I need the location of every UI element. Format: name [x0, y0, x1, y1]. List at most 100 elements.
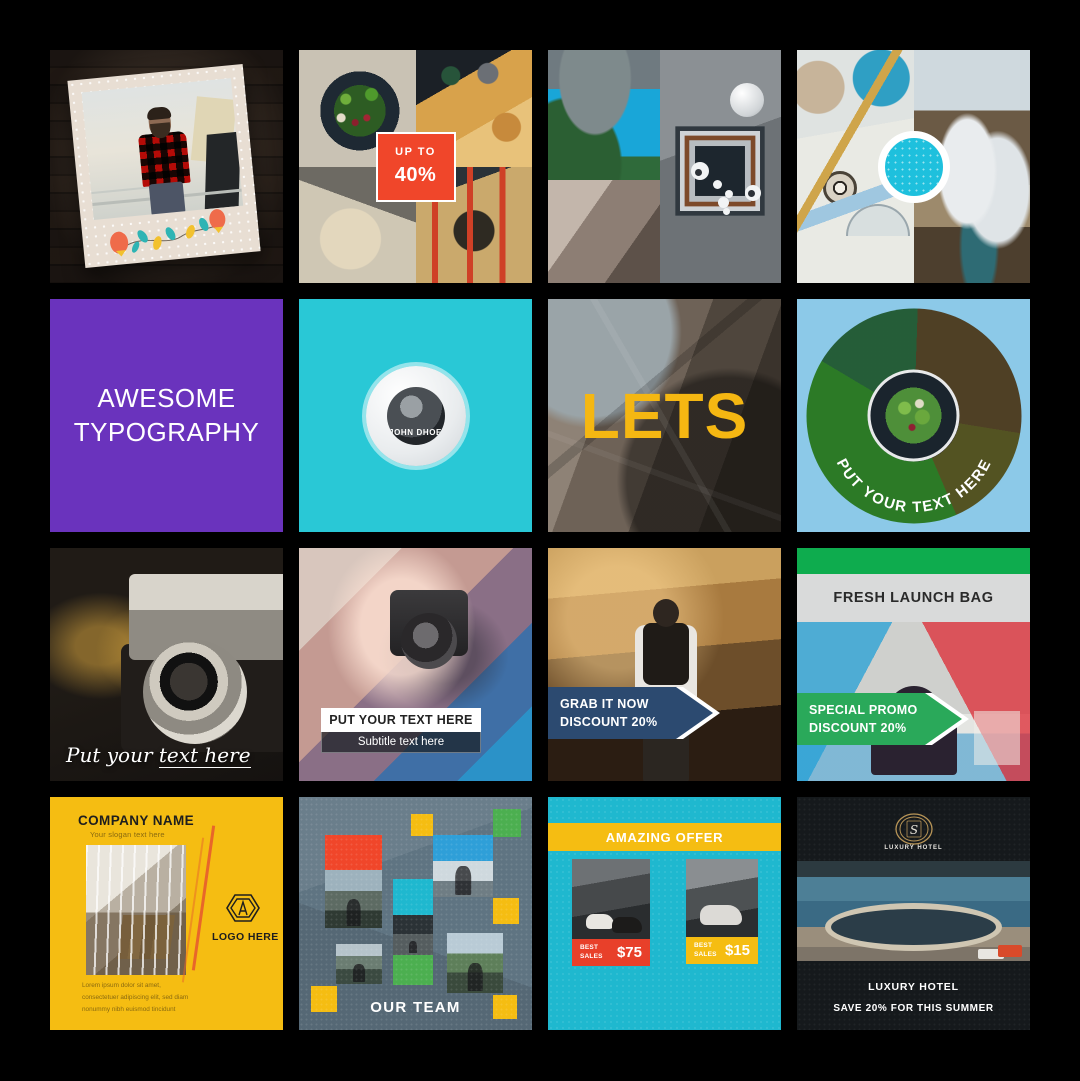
dark-shape — [204, 131, 241, 210]
template-card-map-mountain-collage[interactable] — [797, 50, 1030, 283]
template-card-our-team-mosaic[interactable]: OUR TEAM — [299, 797, 532, 1030]
team-photo-1 — [325, 870, 382, 928]
white-dot-b — [717, 196, 729, 208]
white-ring-large-hole — [694, 168, 702, 176]
template-card-amazing-offer[interactable]: AMAZING OFFER BEST SALES $75 BEST SALES … — [548, 797, 781, 1030]
top-color-bar — [797, 548, 1030, 574]
product-tag-1: BEST SALES $75 — [572, 939, 650, 966]
tile-yellow-bottomright — [493, 995, 517, 1019]
product-photo-2 — [686, 859, 758, 937]
camera-lens — [401, 613, 458, 670]
tile-green-mid — [393, 955, 433, 985]
product-photo: SPECIAL PROMO DISCOUNT 20% — [797, 622, 1030, 781]
polaroid-frame — [67, 63, 261, 269]
backpack — [642, 623, 689, 685]
team-photo-5 — [447, 933, 503, 993]
product-badge-1-line1: BEST — [580, 944, 599, 952]
chairs — [116, 915, 176, 959]
product-card-1[interactable]: BEST SALES $75 — [572, 859, 650, 966]
template-card-grab-it-now-promo[interactable]: GRAB IT NOW DISCOUNT 20% — [548, 548, 781, 781]
towel-shape — [998, 945, 1022, 957]
compass-icon — [822, 171, 857, 206]
person-silhouette — [409, 941, 417, 954]
template-card-photographer-text-box[interactable]: PUT YOUR TEXT HERE Subtitle text here — [299, 548, 532, 781]
template-card-fresh-launch-bag[interactable]: FRESH LAUNCH BAG SPECIAL PROMO DISCOUNT … — [797, 548, 1030, 781]
script-caption-part1: Put your — [66, 743, 159, 767]
tile-yellow-right — [493, 898, 519, 924]
company-slogan: Your slogan text here — [90, 830, 165, 839]
product-badge-1: BEST SALES — [580, 944, 603, 960]
architecture-photo — [548, 180, 660, 283]
head — [652, 599, 679, 627]
product-badge-1-line2: SALES — [580, 952, 603, 960]
offer-header-bar: AMAZING OFFER — [548, 823, 781, 851]
protractor-icon — [845, 203, 910, 236]
avatar-ring: JOHN DHOE — [365, 365, 466, 466]
logo-label: LUXURY HOTEL — [884, 845, 943, 851]
promo-banner-line1: GRAB IT NOW — [560, 696, 649, 711]
shoe-shape-b — [612, 917, 642, 933]
tile-cyan — [393, 879, 433, 915]
product-badge-2-line2: SALES — [694, 950, 717, 958]
script-caption: Put your text here — [66, 743, 251, 768]
product-photo-1 — [572, 859, 650, 939]
tile-green-topright — [493, 809, 521, 837]
company-name: COMPANY NAME — [78, 813, 195, 828]
left-column — [548, 50, 660, 283]
tile-yellow-bottomleft — [311, 986, 337, 1012]
avatar: JOHN DHOE — [386, 386, 445, 445]
team-label: OUR TEAM — [370, 999, 461, 1016]
shoe-shape-c — [700, 905, 742, 925]
pendant-lamp-icon — [730, 82, 765, 117]
promo-banner-line2: DISCOUNT 20% — [809, 721, 907, 735]
white-dot-c — [725, 189, 734, 198]
hotel-subtitle: SAVE 20% FOR THIS SUMMER — [833, 1003, 994, 1014]
profile-name: JOHN DHOE — [389, 427, 442, 437]
promo-banner-line2: DISCOUNT 20% — [560, 715, 658, 729]
product-card-2[interactable]: BEST SALES $15 — [686, 859, 758, 964]
caption-subtitle: Subtitle text here — [321, 732, 481, 753]
team-photo-4 — [336, 944, 382, 984]
template-card-food-discount-collage[interactable]: UP TO 40% — [299, 50, 532, 283]
pool-photo — [797, 861, 1030, 961]
tile-yellow-top — [411, 814, 433, 836]
template-card-travel-architecture-collage[interactable] — [548, 50, 781, 283]
team-photo-2 — [433, 835, 493, 897]
hair — [146, 106, 172, 121]
person-silhouette — [346, 899, 361, 926]
template-card-lets-headline[interactable]: LETS — [548, 299, 781, 532]
polaroid-photo — [81, 78, 244, 220]
accent-circle — [877, 130, 950, 203]
template-card-company-profile[interactable]: COMPANY NAME Your slogan text here LOGO … — [50, 797, 283, 1030]
template-card-food-bowl-circular-text[interactable]: PUT YOUR TEXT HERE — [797, 299, 1030, 532]
product-price-1: $75 — [616, 944, 642, 961]
template-card-camera-script-text[interactable]: Put your text here — [50, 548, 283, 781]
hexagon-logo-icon — [226, 894, 260, 922]
template-card-polaroid-frame[interactable] — [50, 50, 283, 283]
template-card-luxury-hotel[interactable]: S LUXURY HOTEL LUXURY HOTEL SAVE 20% FOR… — [797, 797, 1030, 1030]
template-grid: UP TO 40% AWESOME TYPOGRAPHY JOHN DHOE L… — [50, 50, 1030, 1030]
shoe-shape-a — [586, 914, 614, 929]
typography-heading: AWESOME TYPOGRAPHY — [74, 382, 260, 450]
person-figure — [132, 106, 200, 217]
price-card — [974, 711, 1020, 765]
product-badge-2-line1: BEST — [694, 942, 713, 950]
office-photo — [86, 845, 186, 975]
band-title: FRESH LAUNCH BAG — [833, 590, 994, 606]
monogram-letter: S — [909, 823, 917, 837]
curved-text: PUT YOUR TEXT HERE — [833, 456, 995, 516]
camera-lens — [143, 640, 247, 744]
discount-badge-line1: UP TO — [395, 146, 436, 158]
person-silhouette — [353, 964, 365, 983]
template-card-profile-badge[interactable]: JOHN DHOE — [299, 299, 532, 532]
accent-stripe-primary — [191, 825, 216, 971]
headline-wrap: LETS — [581, 379, 749, 453]
headline-text: LETS — [580, 379, 749, 452]
hotel-title: LUXURY HOTEL — [868, 981, 959, 993]
offer-header-text: AMAZING OFFER — [605, 829, 724, 845]
plaid-shirt — [137, 130, 191, 188]
typography-heading-line1: AWESOME — [97, 382, 236, 413]
template-card-awesome-typography[interactable]: AWESOME TYPOGRAPHY — [50, 299, 283, 532]
monogram-logo-icon: S — [894, 813, 933, 845]
caption-title: PUT YOUR TEXT HERE — [321, 708, 481, 732]
